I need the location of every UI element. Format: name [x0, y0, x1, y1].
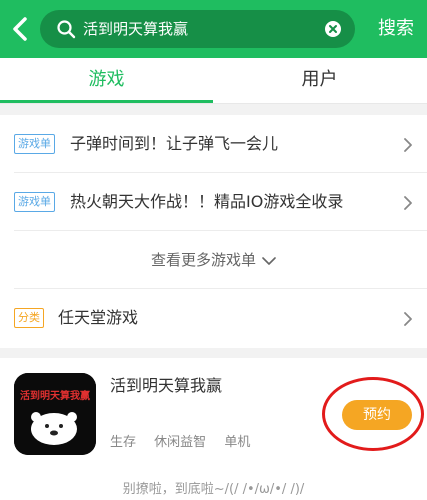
chevron-right-icon — [403, 137, 413, 152]
game-icon-logo-text: 活到明天算我赢 — [20, 389, 90, 402]
list-item-title: 热火朝天大作战！！精品IO游戏全收录 — [70, 192, 344, 211]
clear-icon[interactable] — [325, 21, 341, 37]
game-tag: 休闲益智 — [154, 435, 207, 450]
search-query[interactable]: 活到明天算我赢 — [83, 10, 188, 48]
search-icon — [56, 19, 76, 39]
list-item-title: 子弹时间到！让子弹飞一会儿 — [70, 134, 279, 153]
game-list-card: 游戏单 子弹时间到！让子弹飞一会儿 游戏单 热火朝天大作战！！精品IO游戏全收录… — [0, 115, 427, 348]
category-row[interactable]: 分类 任天堂游戏 — [0, 289, 427, 347]
tab-games[interactable]: 游戏 — [0, 58, 213, 104]
category-title: 任天堂游戏 — [58, 308, 139, 327]
search-button[interactable]: 搜索 — [365, 0, 427, 58]
chevron-down-icon — [262, 256, 276, 265]
game-tag: 单机 — [224, 435, 251, 450]
tab-users[interactable]: 用户 — [213, 58, 426, 104]
game-tag: 生存 — [110, 435, 137, 450]
list-item[interactable]: 游戏单 子弹时间到！让子弹飞一会儿 — [0, 115, 427, 173]
list-item[interactable]: 游戏单 热火朝天大作战！！精品IO游戏全收录 — [0, 173, 427, 231]
game-tags: 生存 休闲益智 单机 — [110, 431, 264, 450]
tab-bar: 游戏 用户 — [0, 58, 427, 104]
top-bar: 活到明天算我赢 搜索 — [0, 0, 427, 58]
search-input[interactable]: 活到明天算我赢 — [40, 10, 355, 48]
back-icon[interactable] — [8, 14, 34, 44]
tab-active-indicator — [0, 100, 213, 103]
chevron-right-icon — [403, 195, 413, 210]
end-of-list-text: 别撩啦，到底啦~/(/ /•/ω/•/ /)/ — [122, 482, 305, 497]
category-tag: 分类 — [14, 308, 44, 328]
reserve-button[interactable]: 预约 — [342, 400, 412, 430]
game-list-tag: 游戏单 — [14, 134, 55, 154]
chevron-right-icon — [403, 311, 413, 326]
game-icon[interactable]: 活到明天算我赢 — [14, 373, 96, 455]
view-more-game-lists-button[interactable]: 查看更多游戏单 — [0, 231, 427, 289]
view-more-label: 查看更多游戏单 — [150, 251, 256, 269]
game-title[interactable]: 活到明天算我赢 — [110, 372, 222, 396]
game-list-tag: 游戏单 — [14, 192, 55, 212]
